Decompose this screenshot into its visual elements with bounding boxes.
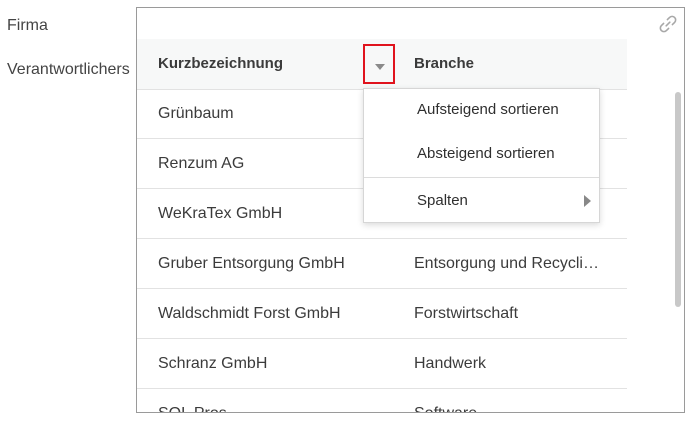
- verantwortlicher-label: Verantwortlichers: [7, 61, 130, 78]
- menu-divider: [364, 177, 599, 178]
- column-menu-button[interactable]: [363, 44, 395, 84]
- column-header-kurzbezeichnung[interactable]: Kurzbezeichnung: [158, 39, 283, 89]
- column-context-menu: Aufsteigend sortieren Absteigend sortier…: [363, 88, 600, 223]
- cell-branche: Software: [414, 389, 619, 412]
- table-row[interactable]: SQL Pros Software: [137, 389, 627, 412]
- firma-label: Firma: [7, 17, 48, 34]
- cell-kurzbezeichnung: Waldschmidt Forst GmbH: [158, 305, 341, 322]
- cell-branche: Handwerk: [414, 355, 487, 372]
- table-row[interactable]: Schranz GmbH Handwerk: [137, 339, 627, 389]
- caret-down-icon: [375, 64, 385, 70]
- chevron-right-icon: [584, 195, 591, 207]
- grid-header: Kurzbezeichnung Branche: [137, 39, 627, 90]
- menu-item-columns[interactable]: Spalten: [364, 180, 599, 222]
- cell-branche: Entsorgung und Recycli…: [414, 255, 599, 272]
- link-icon[interactable]: [658, 14, 678, 34]
- cell-branche: Forstwirtschaft: [414, 305, 519, 322]
- cell-kurzbezeichnung: Grünbaum: [158, 105, 234, 122]
- table-row[interactable]: Waldschmidt Forst GmbH Forstwirtschaft: [137, 289, 627, 339]
- menu-item-sort-ascending[interactable]: Aufsteigend sortieren: [364, 89, 599, 131]
- menu-item-columns-label: Spalten: [417, 192, 468, 209]
- menu-item-sort-descending[interactable]: Absteigend sortieren: [364, 133, 599, 175]
- cell-kurzbezeichnung: Gruber Entsorgung GmbH: [158, 255, 345, 272]
- cell-kurzbezeichnung: WeKraTex GmbH: [158, 205, 283, 222]
- cell-kurzbezeichnung: SQL Pros: [158, 389, 393, 412]
- firma-combobox-input[interactable]: [136, 7, 685, 39]
- cell-kurzbezeichnung: Schranz GmbH: [158, 355, 268, 372]
- cell-kurzbezeichnung: Renzum AG: [158, 155, 245, 172]
- vertical-scrollbar[interactable]: [675, 92, 681, 307]
- table-row[interactable]: Gruber Entsorgung GmbH Entsorgung und Re…: [137, 239, 627, 289]
- column-header-branche[interactable]: Branche: [414, 39, 474, 89]
